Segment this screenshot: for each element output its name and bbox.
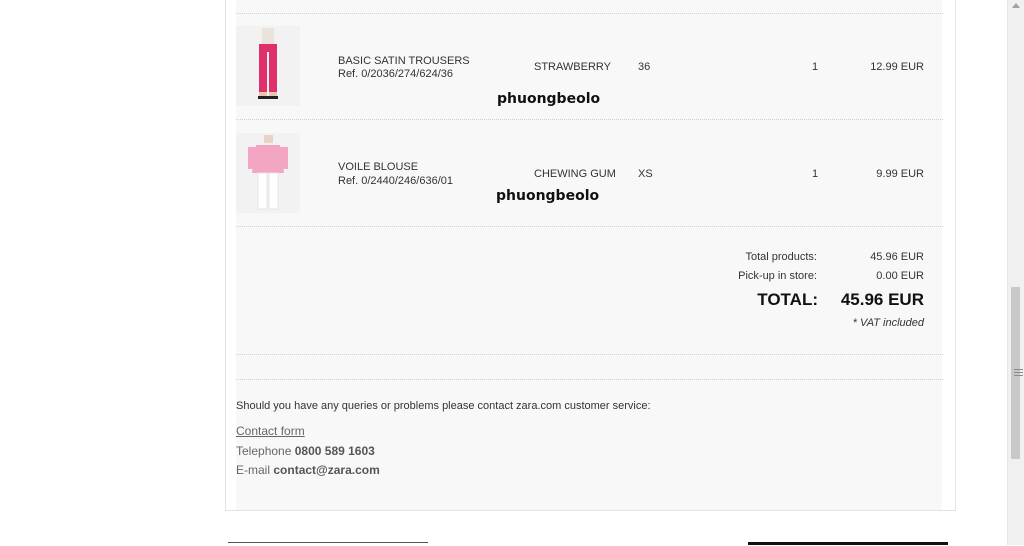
- contact-intro: Should you have any queries or problems …: [236, 400, 651, 412]
- total-label: TOTAL:: [757, 290, 818, 309]
- email-value[interactable]: contact@zara.com: [273, 463, 379, 477]
- telephone-value: 0800 589 1603: [294, 444, 375, 458]
- vat-note: * VAT included: [852, 317, 924, 329]
- total-value: 45.96 EUR: [840, 290, 924, 309]
- total-products-label: Total products:: [745, 251, 817, 263]
- item-name[interactable]: VOILE BLOUSE: [338, 161, 418, 173]
- item-price: 12.99 EUR: [870, 61, 924, 73]
- back-button[interactable]: [228, 542, 428, 546]
- item-size: XS: [638, 168, 653, 180]
- item-color: STRAWBERRY: [534, 61, 612, 73]
- pickup-value: 0.00 EUR: [876, 270, 924, 282]
- grip-line: [1014, 375, 1023, 376]
- watermark-text: phuongbeolo: [496, 188, 600, 204]
- watermark-text: phuongbeolo: [497, 91, 601, 107]
- blouse-product-image[interactable]: [236, 133, 300, 213]
- blouse-illustration: [236, 133, 300, 213]
- item-ref: Ref. 0/2440/246/636/01: [338, 175, 453, 187]
- item-size: 36: [638, 61, 651, 73]
- item-color: CHEWING GUM: [534, 168, 616, 180]
- total-products-value: 45.96 EUR: [870, 251, 924, 263]
- item-ref: Ref. 0/2036/274/624/36: [338, 68, 453, 80]
- divider: [236, 119, 943, 120]
- scrollbar-thumb[interactable]: [1011, 287, 1023, 459]
- contact-form-link[interactable]: Contact form: [236, 424, 305, 438]
- pickup-label: Pick-up in store:: [738, 270, 817, 282]
- divider: [236, 226, 943, 227]
- item-quantity: 1: [812, 61, 819, 73]
- item-quantity: 1: [812, 168, 819, 180]
- scroll-up-arrow-icon[interactable]: [1012, 3, 1020, 8]
- telephone-line: Telephone 0800 589 1603: [236, 444, 375, 458]
- divider: [236, 379, 943, 380]
- vertical-scrollbar[interactable]: [1007, 0, 1024, 545]
- divider: [236, 354, 943, 355]
- email-line: E-mail contact@zara.com: [236, 463, 380, 477]
- trousers-illustration: [236, 26, 300, 106]
- trousers-product-image[interactable]: [236, 26, 300, 106]
- telephone-label: Telephone: [236, 444, 292, 458]
- divider: [236, 13, 943, 14]
- grip-line: [1014, 369, 1023, 370]
- item-price: 9.99 EUR: [876, 168, 924, 180]
- item-name[interactable]: BASIC SATIN TROUSERS: [338, 55, 470, 67]
- grip-line: [1014, 372, 1023, 373]
- email-label: E-mail: [236, 463, 271, 477]
